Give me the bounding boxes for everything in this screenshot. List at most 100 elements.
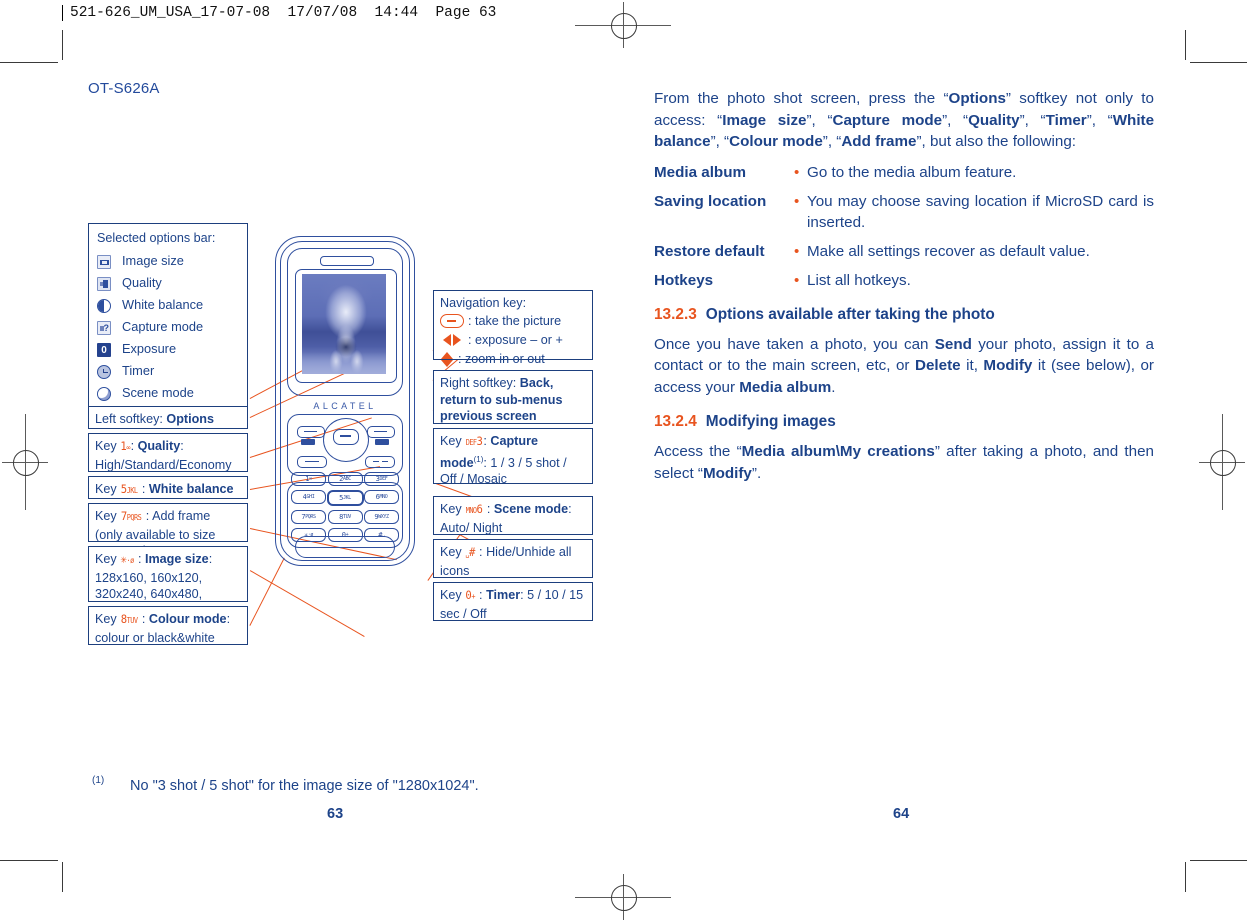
key-4[interactable]: 4 GHI <box>291 490 326 504</box>
bullet-icon: • <box>794 271 800 289</box>
option-label: Capture mode <box>122 319 204 335</box>
crop-mark-br-h <box>1190 860 1247 861</box>
text: ”, “ <box>806 111 833 129</box>
nav-right-key[interactable] <box>375 439 389 445</box>
callout-key-white-balance: Key 5JKL : White balance <box>88 476 248 499</box>
options-definition-list: Media album • Go to the media album feat… <box>654 162 1154 291</box>
text: Access the “ <box>654 443 742 460</box>
page-number-right: 64 <box>893 806 910 822</box>
definition-term: Restore default <box>654 242 765 260</box>
callout-prefix: Key <box>440 545 466 559</box>
lion-photo <box>302 274 386 374</box>
definition-term: Media album <box>654 163 746 181</box>
left-column: OT-S626A Selected options bar: Image siz… <box>88 80 598 645</box>
text: Once you have taken a photo, you can <box>654 335 935 353</box>
selected-options-bar-callout: Selected options bar: Image size Quality… <box>88 223 248 414</box>
key-9[interactable]: 9 WXYZ <box>364 510 399 524</box>
crop-mark-tr-v <box>1185 30 1186 60</box>
option-item-scene-mode: Scene mode <box>97 383 239 405</box>
nav-left-key[interactable] <box>301 439 315 445</box>
oval-ok-button-icon <box>440 314 464 328</box>
callout-left-softkey: Left softkey: Options <box>88 406 248 429</box>
options-bar-title: Selected options bar: <box>97 231 216 245</box>
key-sub: MNO <box>379 494 388 500</box>
crop-mark-bl-h <box>0 860 58 861</box>
callout-key-scene-mode: Key MNO6 : Scene mode: Auto/ Night <box>433 496 593 535</box>
footnote-marker: (1) <box>92 775 105 786</box>
intro-paragraph: From the photo shot screen, press the “O… <box>654 88 1154 153</box>
key-glyph-3: DEF3 <box>466 433 483 452</box>
bullet-icon: • <box>794 192 800 210</box>
definition-row-hotkeys: Hotkeys • List all hotkeys. <box>654 270 1154 291</box>
key-sub: MNO <box>465 506 477 515</box>
right-softkey-button[interactable] <box>367 426 395 438</box>
scene-mode-icon <box>97 386 111 401</box>
left-softkey-button[interactable] <box>297 426 325 438</box>
key-sub: ∞ <box>126 443 131 452</box>
key-sub: TUV <box>126 616 138 625</box>
definition-description: Make all settings recover as default val… <box>807 242 1090 260</box>
key-digit: 6 <box>476 502 483 516</box>
keypad-row: 7 PQRS 8 TUV 9 WXYZ <box>291 510 399 524</box>
key-2[interactable]: 2 ABC <box>327 472 363 486</box>
key-sub: PQRS <box>305 514 316 520</box>
callout-mid: : <box>138 612 149 626</box>
registration-mark-bottom <box>575 874 671 920</box>
print-slug: 521-626_UM_USA_17-07-08 17/07/08 14:44 P… <box>62 5 497 21</box>
footnote-ref: (1) <box>473 454 484 464</box>
callout-prefix: Right softkey: <box>440 376 520 390</box>
crop-mark-tr-h <box>1190 62 1247 63</box>
callout-key-colour-mode: Key 8TUV : Colour mode: colour or black&… <box>88 606 248 645</box>
text: it, <box>960 357 984 374</box>
key-8[interactable]: 8 TUV <box>327 510 363 524</box>
leader-line-7 <box>249 557 286 627</box>
end-key[interactable] <box>365 456 395 468</box>
key-sub: JKL <box>342 495 351 501</box>
phone-keypad: 1 ∞ 2 ABC 3 DEF 4 GHI 5 JKL 6 MNO 7 PQRS 8 TUV 9… <box>291 472 399 546</box>
page-number-left: 63 <box>327 806 344 822</box>
nav-line-text: : exposure – or + <box>468 332 563 347</box>
bold-timer: Timer <box>1045 111 1087 129</box>
key-7[interactable]: 7 PQRS <box>291 510 326 524</box>
option-label: Image size <box>122 253 184 269</box>
key-6[interactable]: 6 MNO <box>364 490 399 504</box>
key-1[interactable]: 1 ∞ <box>291 472 326 486</box>
nav-line-text: : zoom in or out <box>458 351 545 366</box>
callout-key-quality: Key 1∞: Quality: High/Standard/Economy <box>88 433 248 472</box>
callout-key-capture-mode: Key DEF3: Capture mode(1): 1 / 3 / 5 sho… <box>433 428 593 486</box>
key-glyph-6: MNO6 <box>466 501 483 520</box>
callout-bold: White balance <box>148 482 234 496</box>
callout-prefix: Key <box>95 482 121 496</box>
bold-colour-mode: Colour mode <box>729 133 823 150</box>
text: ”. <box>751 464 762 482</box>
right-column: From the photo shot screen, press the “O… <box>654 88 1154 493</box>
phone-bottom-panel <box>295 536 395 558</box>
key-5[interactable]: 5 JKL <box>326 490 364 506</box>
callout-mid: : <box>130 439 138 453</box>
callout-bold: Timer <box>486 588 521 602</box>
heading-13-2-4: 13.2.4 Modifying images <box>654 413 1154 431</box>
option-label: Exposure <box>122 341 177 357</box>
callout-bold: Image size <box>144 552 209 566</box>
navigation-center-button[interactable] <box>333 429 359 445</box>
nav-line-text: : take the picture <box>468 313 562 328</box>
callout-key-timer: Key 0+ : Timer: 5 / 10 / 15 sec / Off <box>433 582 593 621</box>
key-sub: WXYZ <box>378 514 389 520</box>
callout-prefix: Key <box>440 502 466 516</box>
heading-13-2-3: 13.2.3 Options available after taking the… <box>654 306 1154 324</box>
option-label: Quality <box>122 275 162 291</box>
key-glyph-hash: ␣# <box>466 544 476 563</box>
option-label: Scene mode <box>122 385 194 401</box>
callout-right-softkey: Right softkey: Back, return to sub-menus… <box>433 370 593 424</box>
bullet-icon: • <box>794 242 800 260</box>
definition-description: List all hotkeys. <box>807 271 911 289</box>
bold-delete: Delete <box>915 357 961 374</box>
callout-key-hide-icons: Key ␣# : Hide/Unhide all icons <box>433 539 593 578</box>
send-key[interactable] <box>297 456 327 468</box>
callout-mid: : <box>483 502 494 516</box>
registration-mark-right <box>1199 414 1245 510</box>
phone-illustration: ALCATEL 1 ∞ 2 ABC 3 DEF 4 GHI 5 JKL 6 MNO 7 PQR… <box>275 236 415 566</box>
key-3[interactable]: 3 DEF <box>364 472 399 486</box>
option-item-timer: Timer <box>97 361 239 383</box>
crop-mark-tl-h <box>0 62 58 63</box>
